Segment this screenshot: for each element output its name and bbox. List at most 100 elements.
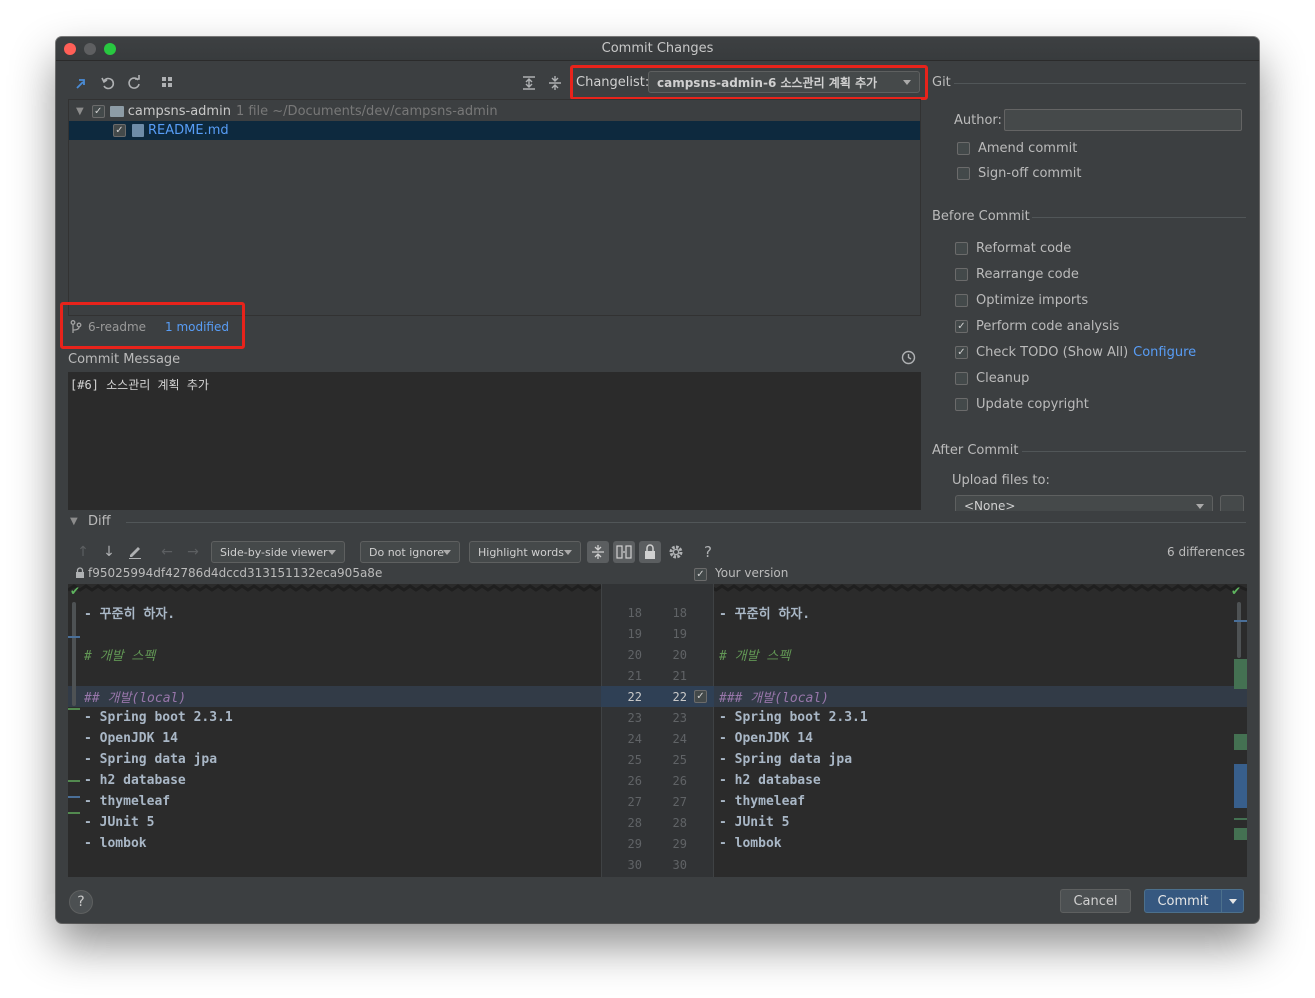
previous-difference-icon[interactable]: ↑ <box>73 542 93 562</box>
include-change-checkbox[interactable]: ✓ <box>694 690 707 703</box>
code-analysis-label: Perform code analysis <box>976 319 1120 334</box>
check-todo-option[interactable]: ✓ Check TODO (Show All) Configure <box>955 345 1196 360</box>
signoff-commit-checkbox[interactable] <box>957 167 970 180</box>
sync-scroll-icon[interactable] <box>613 541 635 563</box>
chevron-down-icon <box>1228 898 1237 904</box>
commit-message-label: Commit Message <box>68 352 181 367</box>
root-checkbox[interactable]: ✓ <box>91 105 105 118</box>
viewer-select[interactable]: Side-by-side viewer <box>211 541 345 563</box>
change-marker <box>1234 620 1247 622</box>
ignore-select[interactable]: Do not ignore <box>360 541 460 563</box>
right-line-number: 24 <box>672 732 687 746</box>
left-line-number: 30 <box>627 858 642 872</box>
left-scrollbar[interactable] <box>72 602 76 706</box>
reformat-code-checkbox[interactable] <box>955 242 968 255</box>
left-line-number: 21 <box>627 669 642 683</box>
rollback-icon[interactable] <box>98 73 118 93</box>
tree-root-row[interactable]: ▼ ✓ campsns-admin 1 file ~/Documents/dev… <box>69 102 920 121</box>
refresh-icon[interactable] <box>124 73 144 93</box>
commit-message-editor[interactable]: [#6] 소스관리 계획 추가 <box>68 372 921 510</box>
file-name: README.md <box>148 123 229 138</box>
cleanup-option[interactable]: Cleanup <box>955 371 1029 386</box>
check-todo-checkbox[interactable]: ✓ <box>955 346 968 359</box>
left-line-number: 25 <box>627 753 642 767</box>
highlight-select[interactable]: Highlight words <box>469 541 581 563</box>
next-difference-icon[interactable]: ↓ <box>99 542 119 562</box>
expand-all-icon[interactable] <box>519 73 539 93</box>
left-code-line: - JUnit 5 <box>84 815 155 830</box>
previous-file-icon[interactable]: ← <box>157 542 177 562</box>
rearrange-code-checkbox[interactable] <box>955 268 968 281</box>
optimize-imports-option[interactable]: Optimize imports <box>955 293 1088 308</box>
diff-title: Diff <box>88 514 111 529</box>
left-code-line: - 꾸준히 하자. <box>84 607 176 622</box>
rearrange-code-option[interactable]: Rearrange code <box>955 267 1079 282</box>
divider <box>954 83 1246 84</box>
checkmark-icon: ✔ <box>1231 584 1242 598</box>
configure-link[interactable]: Configure <box>1133 345 1196 360</box>
right-line-number: 25 <box>672 753 687 767</box>
amend-commit-option[interactable]: Amend commit <box>957 141 1077 156</box>
right-line-number: 28 <box>672 816 687 830</box>
help-button[interactable]: ? <box>69 890 93 914</box>
changes-tree: ▼ ✓ campsns-admin 1 file ~/Documents/dev… <box>68 99 921 316</box>
right-code-line: - lombok <box>719 836 782 851</box>
file-checkbox[interactable]: ✓ <box>113 124 126 137</box>
lock-icon[interactable] <box>639 541 661 563</box>
branch-name[interactable]: 6-readme <box>88 320 146 334</box>
right-code-line: - Spring data jpa <box>719 752 853 767</box>
collapse-unchanged-icon[interactable] <box>587 541 609 563</box>
changelist-select[interactable]: campsns-admin-6 소스관리 계획 추가 <box>648 71 920 93</box>
lock-icon <box>75 567 85 582</box>
reformat-code-option[interactable]: Reformat code <box>955 241 1071 256</box>
include-checkbox[interactable]: ✓ <box>694 568 707 581</box>
code-analysis-option[interactable]: ✓ Perform code analysis <box>955 319 1119 334</box>
optimize-imports-checkbox[interactable] <box>955 294 968 307</box>
right-code-line: - thymeleaf <box>719 794 806 809</box>
cleanup-checkbox[interactable] <box>955 372 968 385</box>
branch-icon <box>70 320 82 338</box>
amend-commit-checkbox[interactable] <box>957 142 970 155</box>
left-line-number: 23 <box>627 711 642 725</box>
right-line-number: 18 <box>672 606 687 620</box>
commit-button[interactable]: Commit <box>1144 889 1222 913</box>
update-copyright-option[interactable]: Update copyright <box>955 397 1089 412</box>
help-icon[interactable]: ? <box>698 542 718 562</box>
after-commit-title: After Commit <box>932 443 1019 458</box>
right-code-line: - Spring boot 2.3.1 <box>719 710 868 725</box>
chevron-down-icon <box>1196 504 1204 509</box>
left-code-line: - OpenJDK 14 <box>84 731 178 746</box>
right-scrollbar[interactable] <box>1237 602 1241 658</box>
author-input[interactable] <box>1004 109 1242 131</box>
gear-icon[interactable] <box>666 542 686 562</box>
code-analysis-checkbox[interactable]: ✓ <box>955 320 968 333</box>
right-line-number: 27 <box>672 795 687 809</box>
left-line-number: 22 <box>627 690 642 704</box>
edit-source-icon[interactable] <box>125 542 145 562</box>
chevron-down-icon[interactable]: ▼ <box>70 516 78 527</box>
chevron-down-icon[interactable]: ▼ <box>76 106 84 117</box>
root-name: campsns-admin <box>127 104 231 119</box>
update-copyright-checkbox[interactable] <box>955 398 968 411</box>
change-marker <box>68 796 80 798</box>
diff-editor[interactable]: ✔ ✔ - 꾸준히 하자. # 개발 스펙 ## 개발(local) - Spr… <box>68 584 1247 877</box>
next-file-icon[interactable]: → <box>183 542 203 562</box>
move-changes-icon[interactable] <box>72 73 92 93</box>
collapse-all-icon[interactable] <box>545 73 565 93</box>
update-copyright-label: Update copyright <box>976 397 1089 412</box>
cancel-button[interactable]: Cancel <box>1060 889 1131 913</box>
window-title: Commit Changes <box>601 41 714 56</box>
modified-count-link[interactable]: 1 modified <box>165 320 229 334</box>
right-code-line: - 꾸준히 하자. <box>719 607 811 622</box>
differences-count: 6 differences <box>1167 545 1245 559</box>
reformat-code-label: Reformat code <box>976 241 1072 256</box>
signoff-commit-option[interactable]: Sign-off commit <box>957 166 1081 181</box>
history-icon[interactable] <box>901 350 916 369</box>
commit-options-dropdown[interactable] <box>1221 889 1244 913</box>
rearrange-code-label: Rearrange code <box>976 267 1079 282</box>
group-by-icon[interactable] <box>158 73 178 93</box>
right-line-number: 26 <box>672 774 687 788</box>
tree-file-row[interactable]: ✓ README.md <box>69 121 920 140</box>
left-code-line: # 개발 스펙 <box>84 649 156 664</box>
left-line-number: 27 <box>627 795 642 809</box>
